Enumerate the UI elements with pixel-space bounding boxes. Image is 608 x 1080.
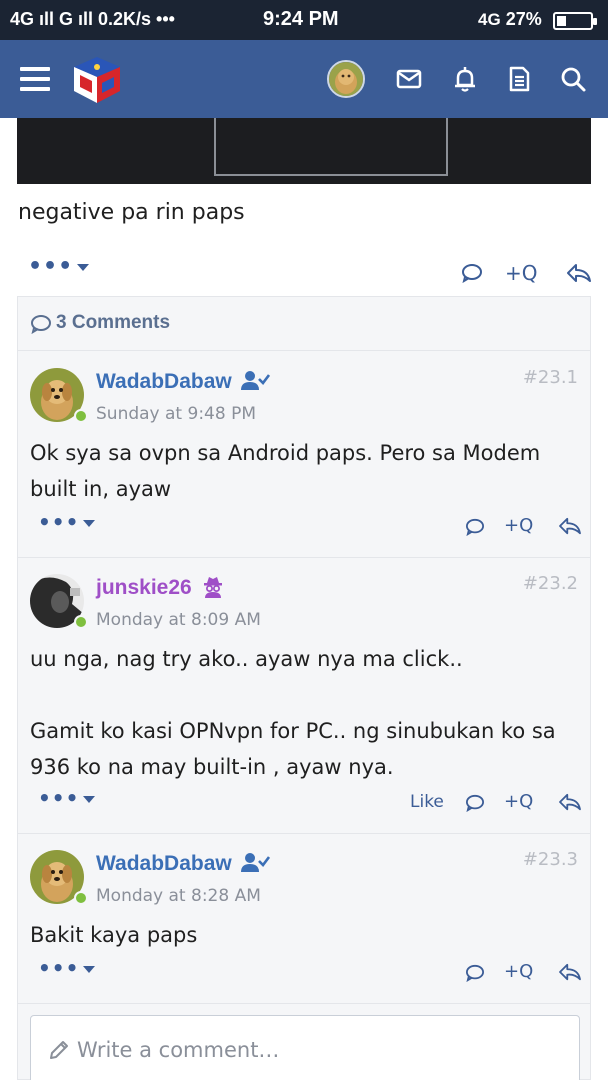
- comment-timestamp[interactable]: Monday at 8:09 AM: [96, 610, 261, 630]
- comment-number[interactable]: #23.3: [523, 849, 578, 870]
- clock: 9:24 PM: [263, 8, 339, 30]
- envelope-icon[interactable]: [393, 63, 425, 95]
- comment-body: uu nga, nag try ako.. ayaw nya ma click.…: [30, 647, 556, 779]
- battery-percent: 27%: [505, 9, 542, 29]
- reply-icon[interactable]: [558, 962, 582, 982]
- comment-item: WadabDabaw Sunday at 9:48 PM #23.1 Ok sy…: [18, 352, 590, 558]
- online-indicator: [74, 409, 88, 423]
- spy-icon: [203, 577, 222, 598]
- post-more-button[interactable]: •••: [28, 254, 90, 279]
- reply-icon[interactable]: [558, 516, 582, 536]
- chevron-down-icon: [83, 796, 96, 803]
- user-check-icon: [240, 371, 270, 390]
- battery-fill: [557, 16, 566, 26]
- reply-icon[interactable]: [558, 792, 582, 812]
- comment-timestamp[interactable]: Sunday at 9:48 PM: [96, 404, 256, 424]
- user-check-icon: [240, 853, 270, 872]
- pencil-icon: [50, 1041, 68, 1059]
- comment-body: Ok sya sa ovpn sa Android paps. Pero sa …: [30, 441, 541, 501]
- comment-more-button[interactable]: •••: [38, 510, 96, 534]
- username-text: WadabDabaw: [96, 370, 232, 393]
- more-dots: •••: [28, 254, 74, 279]
- battery-icon: [553, 12, 597, 30]
- screen-frame: [214, 118, 448, 176]
- comment-bubble-icon: [31, 315, 51, 334]
- avatar[interactable]: [327, 60, 365, 98]
- comment-item: WadabDabaw Monday at 8:28 AM #23.3 Bakit…: [18, 834, 590, 1004]
- comments-header[interactable]: 3 Comments: [18, 297, 590, 351]
- comment-bubble-icon[interactable]: [465, 794, 485, 812]
- comments-panel: 3 Comments WadabDabaw Sunday at 9:48 PM …: [17, 296, 591, 1080]
- quote-button[interactable]: +Q: [504, 791, 533, 812]
- comment-number[interactable]: #23.2: [523, 573, 578, 594]
- signal-indicators: 4G ıll G ıll 0.2K/s •••: [10, 9, 175, 29]
- status-bar: 4G ıll G ıll 0.2K/s ••• 9:24 PM 4G 27%: [0, 0, 608, 40]
- username-text: WadabDabaw: [96, 852, 232, 875]
- site-logo[interactable]: [70, 53, 124, 107]
- comment-bubble-icon[interactable]: [465, 964, 485, 982]
- post-quote-button[interactable]: +Q: [505, 261, 538, 285]
- document-icon[interactable]: [503, 63, 535, 95]
- comment-username[interactable]: WadabDabaw: [96, 851, 270, 876]
- comment-item: junskie26 Monday at 8:09 AM #23.2 uu nga…: [18, 558, 590, 834]
- more-dots: •••: [38, 510, 80, 534]
- post-body: negative pa rin paps: [18, 200, 245, 225]
- comment-more-button[interactable]: •••: [38, 786, 96, 810]
- comment-number[interactable]: #23.1: [523, 367, 578, 388]
- comment-more-button[interactable]: •••: [38, 956, 96, 980]
- quote-button[interactable]: +Q: [504, 515, 533, 536]
- post-comment-icon[interactable]: [461, 263, 483, 283]
- network-type: 4G: [478, 10, 501, 29]
- username-text: junskie26: [96, 576, 192, 599]
- chevron-down-icon: [83, 520, 96, 527]
- post-reply-icon[interactable]: [566, 262, 592, 284]
- post-image[interactable]: [17, 118, 591, 184]
- search-icon[interactable]: [557, 63, 589, 95]
- app-header: [0, 40, 608, 118]
- bell-icon[interactable]: [449, 63, 481, 95]
- quote-button[interactable]: +Q: [504, 961, 533, 982]
- comment-username[interactable]: junskie26: [96, 574, 225, 600]
- hamburger-icon[interactable]: [20, 67, 50, 91]
- comment-timestamp[interactable]: Monday at 8:28 AM: [96, 886, 261, 906]
- more-dots: •••: [38, 786, 80, 810]
- write-comment-input[interactable]: Write a comment…: [30, 1015, 580, 1080]
- chevron-down-icon: [83, 966, 96, 973]
- comment-bubble-icon[interactable]: [465, 518, 485, 536]
- write-comment-placeholder: Write a comment…: [77, 1038, 280, 1062]
- online-indicator: [74, 891, 88, 905]
- comment-body: Bakit kaya paps: [30, 923, 198, 947]
- network-battery-text: 4G 27%: [478, 9, 542, 30]
- comment-username[interactable]: WadabDabaw: [96, 369, 270, 394]
- online-indicator: [74, 615, 88, 629]
- chevron-down-icon: [77, 263, 90, 271]
- more-dots: •••: [38, 956, 80, 980]
- like-button[interactable]: Like: [410, 792, 444, 812]
- comments-title: 3 Comments: [56, 312, 171, 333]
